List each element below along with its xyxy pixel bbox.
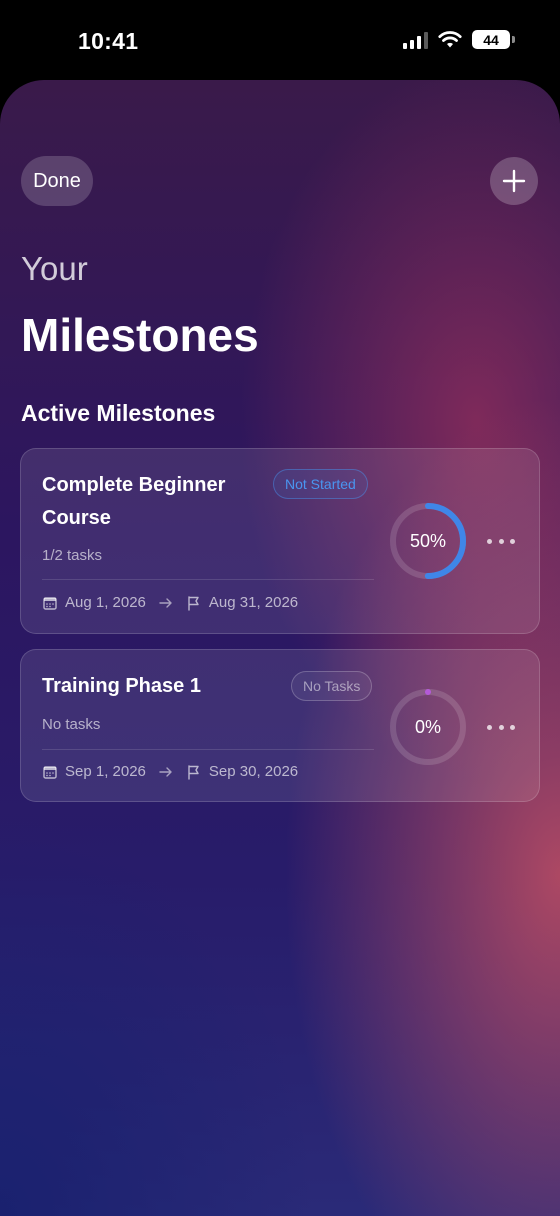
- plus-icon: [502, 169, 526, 193]
- ellipsis-icon: [487, 538, 492, 544]
- section-title: Active Milestones: [21, 400, 216, 426]
- status-icons: 44: [403, 30, 515, 49]
- milestone-dates: Sep 1, 2026 Sep 30, 2026: [42, 763, 298, 780]
- milestone-card[interactable]: Training Phase 1 No Tasks No tasks Sep 1…: [20, 649, 540, 802]
- wifi-icon: [438, 30, 462, 47]
- page-title: Milestones: [21, 309, 259, 361]
- arrow-right-icon: [158, 595, 174, 611]
- page-subtitle: Your: [21, 250, 88, 287]
- progress-ring: 50%: [388, 501, 468, 581]
- cellular-signal-icon: [403, 31, 428, 49]
- add-milestone-button[interactable]: [490, 157, 538, 205]
- status-badge: No Tasks: [291, 671, 373, 701]
- milestone-task-count: No tasks: [42, 716, 101, 733]
- milestone-task-count: 1/2 tasks: [42, 547, 103, 564]
- divider: [42, 579, 374, 580]
- more-options-button[interactable]: [487, 536, 515, 546]
- calendar-icon: [42, 595, 58, 611]
- status-bar: 10:41 44: [0, 0, 560, 80]
- calendar-icon: [42, 764, 58, 780]
- progress-ring: 0%: [388, 687, 468, 767]
- battery-level: 44: [483, 31, 499, 48]
- status-badge: Not Started: [273, 469, 368, 499]
- progress-percent: 50%: [409, 530, 447, 551]
- status-time: 10:41: [78, 28, 139, 54]
- done-button[interactable]: Done: [21, 156, 93, 206]
- battery-icon: 44: [472, 30, 515, 49]
- end-date: Aug 31, 2026: [208, 594, 299, 611]
- milestone-dates: Aug 1, 2026 Aug 31, 2026: [42, 594, 298, 611]
- start-date: Aug 1, 2026: [65, 594, 146, 611]
- arrow-right-icon: [158, 764, 174, 780]
- milestones-sheet: Done Your Milestones Active Milestones C…: [0, 80, 560, 1216]
- progress-percent: 0%: [414, 716, 441, 737]
- more-options-button[interactable]: [487, 722, 515, 732]
- start-date: Sep 1, 2026: [65, 763, 146, 780]
- flag-icon: [186, 595, 202, 611]
- ellipsis-icon: [487, 724, 492, 730]
- divider: [42, 749, 374, 750]
- milestone-title: Training Phase 1: [42, 675, 201, 697]
- milestone-card[interactable]: Complete Beginner Course Not Started 1/2…: [20, 448, 540, 634]
- end-date: Sep 30, 2026: [208, 763, 299, 780]
- flag-icon: [186, 764, 202, 780]
- milestone-title: Complete Beginner Course: [42, 474, 226, 529]
